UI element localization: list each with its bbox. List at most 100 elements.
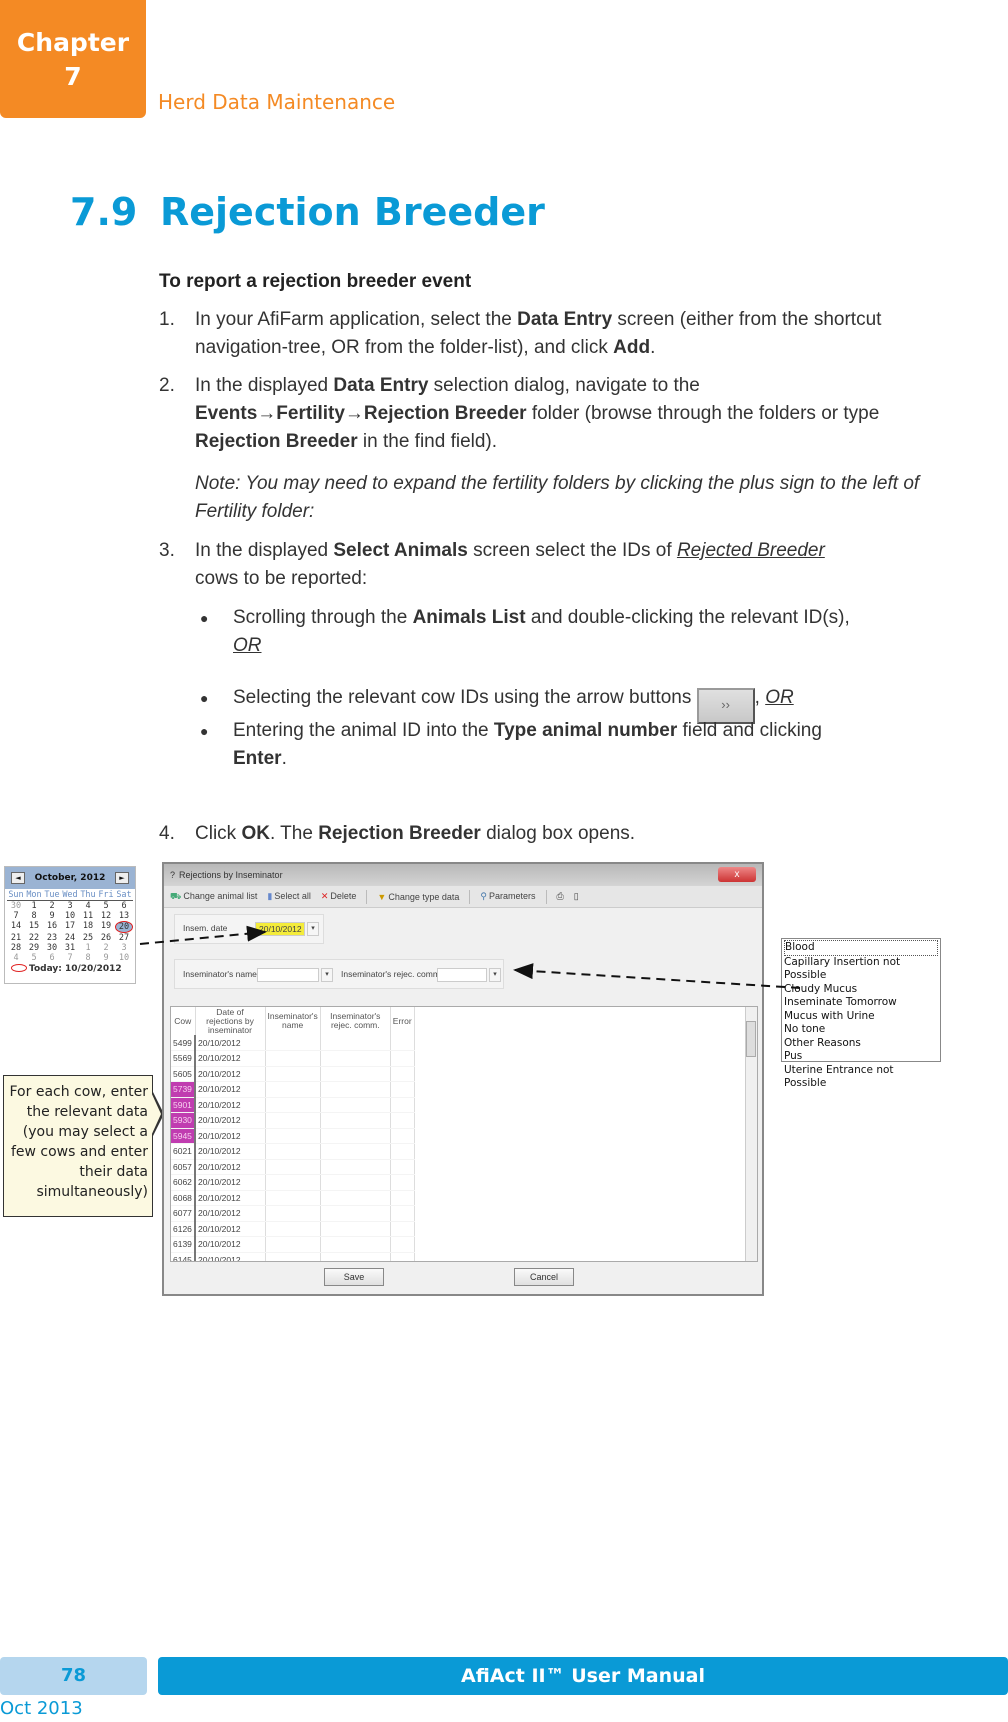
column-header[interactable]: Cow [171,1007,196,1035]
calendar-day[interactable]: 30 [43,943,61,953]
calendar-day[interactable]: 5 [97,901,115,911]
calendar-day[interactable]: 27 [115,933,133,943]
rejec-comm-cell[interactable] [320,1066,391,1082]
error-cell[interactable] [390,1081,415,1098]
date-cell[interactable]: 20/10/2012 [195,1112,266,1129]
calendar-day[interactable]: 7 [61,953,79,963]
calendar-day[interactable]: 2 [43,901,61,911]
error-cell[interactable] [390,1205,415,1222]
calendar-day[interactable]: 1 [25,901,43,911]
rejec-comm-cell[interactable] [320,1050,391,1067]
table-row[interactable]: 6145 20/10/2012 [171,1252,415,1261]
date-cell[interactable]: 20/10/2012 [195,1050,266,1067]
calendar-day[interactable]: 16 [43,921,61,933]
error-cell[interactable] [390,1252,415,1261]
rejec-comm-cell[interactable] [320,1205,391,1222]
reason-option[interactable]: Inseminate Tomorrow [784,996,938,1010]
table-row[interactable]: 5945 20/10/2012 [171,1128,415,1144]
calendar-day[interactable]: 21 [7,933,25,943]
rejec-comm-cell[interactable] [320,1221,391,1237]
inseminator-name-field[interactable] [257,968,319,982]
table-row[interactable]: 5605 20/10/2012 [171,1066,415,1082]
cancel-button[interactable]: Cancel [514,1268,574,1286]
rejec-comm-cell[interactable] [320,1112,391,1129]
cow-id-cell[interactable]: 6077 [171,1205,196,1222]
rejec-comm-cell[interactable] [320,1252,391,1261]
calendar-day[interactable]: 4 [7,953,25,963]
table-row[interactable]: 5569 20/10/2012 [171,1050,415,1067]
calendar-day[interactable]: 19 [97,921,115,933]
error-cell[interactable] [390,1035,415,1051]
rejec-comm-field[interactable] [437,968,487,982]
cow-id-cell[interactable]: 6126 [171,1221,196,1237]
cow-id-cell[interactable]: 5605 [171,1066,196,1082]
table-row[interactable]: 6068 20/10/2012 [171,1190,415,1206]
rejec-comm-cell[interactable] [320,1128,391,1144]
reason-option[interactable]: Mucus with Urine [784,1010,938,1024]
date-cell[interactable]: 20/10/2012 [195,1035,266,1051]
reason-option[interactable]: Pus [784,1050,938,1064]
table-row[interactable]: 5499 20/10/2012 [171,1035,415,1051]
reason-option[interactable]: Capillary Insertion not Possible [784,956,938,983]
calendar-day[interactable]: 23 [43,933,61,943]
date-cell[interactable]: 20/10/2012 [195,1190,266,1206]
rejec-comm-cell[interactable] [320,1236,391,1253]
inseminator-name-dropdown-icon[interactable]: ▾ [321,968,333,982]
calendar-today[interactable]: Today: 10/20/2012 [5,964,135,974]
inseminator-name-cell[interactable] [265,1081,321,1098]
calendar-day[interactable]: 5 [25,953,43,963]
error-cell[interactable] [390,1143,415,1160]
calendar-day[interactable]: 4 [79,901,97,911]
rejec-comm-cell[interactable] [320,1081,391,1098]
error-cell[interactable] [390,1190,415,1206]
error-cell[interactable] [390,1221,415,1237]
close-button[interactable]: x [718,867,756,882]
rejec-comm-cell[interactable] [320,1097,391,1113]
inseminator-name-cell[interactable] [265,1190,321,1206]
calendar-day[interactable]: 8 [79,953,97,963]
cow-id-cell[interactable]: 6021 [171,1143,196,1160]
error-cell[interactable] [390,1236,415,1253]
toolbar-delete[interactable]: ✕ Delete [321,891,357,902]
date-cell[interactable]: 20/10/2012 [195,1066,266,1082]
calendar-day[interactable]: 22 [25,933,43,943]
calendar-day[interactable]: 1 [79,943,97,953]
calendar-day[interactable]: 12 [97,911,115,921]
rejec-comm-cell[interactable] [320,1143,391,1160]
cow-id-cell[interactable]: 5569 [171,1050,196,1067]
date-cell[interactable]: 20/10/2012 [195,1236,266,1253]
rejec-comm-cell[interactable] [320,1035,391,1051]
column-header[interactable]: Inseminator's name [265,1007,321,1035]
calendar-day[interactable]: 13 [115,911,133,921]
calendar-day[interactable]: 26 [97,933,115,943]
toolbar-parameters[interactable]: ⚲ Parameters [480,891,535,902]
table-row[interactable]: 6077 20/10/2012 [171,1205,415,1222]
toolbar-change-type-data[interactable]: ▼ Change type data [377,892,459,902]
toolbar-change-animal-list[interactable]: ⛟ Change animal list [170,891,257,903]
calendar-day[interactable]: 31 [61,943,79,953]
vertical-scrollbar[interactable] [745,1007,757,1261]
error-cell[interactable] [390,1128,415,1144]
date-cell[interactable]: 20/10/2012 [195,1143,266,1160]
table-row[interactable]: 6126 20/10/2012 [171,1221,415,1237]
inseminator-name-cell[interactable] [265,1174,321,1191]
insem-date-dropdown-icon[interactable]: ▾ [307,922,319,936]
cow-id-cell[interactable]: 5901 [171,1097,196,1113]
toolbar-select-all[interactable]: ▮ Select all [267,891,310,902]
calendar-day[interactable]: 9 [97,953,115,963]
calendar-day[interactable]: 10 [115,953,133,963]
inseminator-name-cell[interactable] [265,1143,321,1160]
calendar-day[interactable]: 17 [61,921,79,933]
scroll-thumb[interactable] [746,1021,756,1057]
calendar-day[interactable]: 14 [7,921,25,933]
reason-option[interactable]: No tone [784,1023,938,1037]
reason-option[interactable]: Uterine Entrance not Possible [784,1064,938,1091]
calendar-day[interactable]: 25 [79,933,97,943]
date-cell[interactable]: 20/10/2012 [195,1221,266,1237]
calendar-day[interactable]: 29 [25,943,43,953]
table-row[interactable]: 6021 20/10/2012 [171,1143,415,1160]
calendar-day[interactable]: 6 [43,953,61,963]
reason-option[interactable]: Cloudy Mucus [784,983,938,997]
table-row[interactable]: 6139 20/10/2012 [171,1236,415,1253]
calendar-day[interactable]: 30 [7,901,25,911]
